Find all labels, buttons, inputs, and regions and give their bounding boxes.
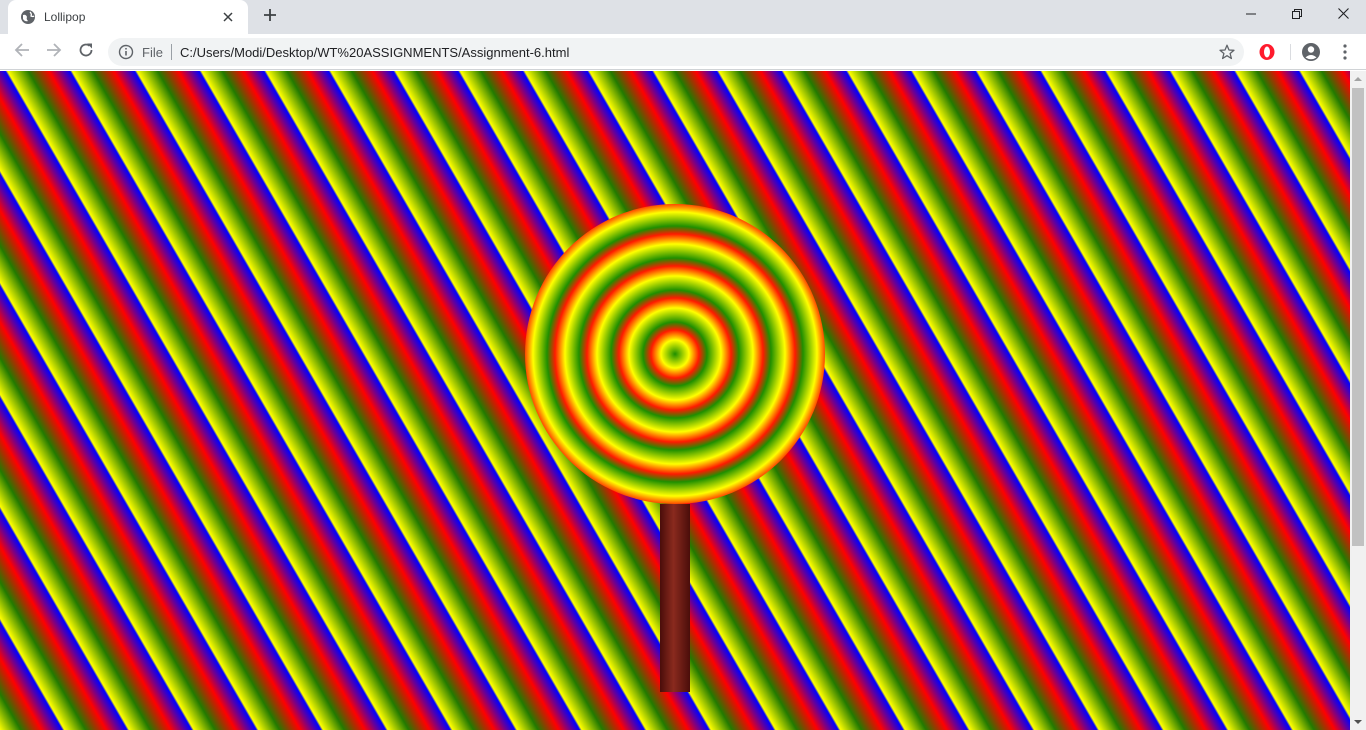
restore-icon <box>1292 6 1302 24</box>
browser-toolbar: File C:/Users/Modi/Desktop/WT%20ASSIGNME… <box>0 34 1366 70</box>
more-vert-icon[interactable] <box>1334 41 1356 63</box>
plus-icon <box>263 8 277 27</box>
opera-icon[interactable] <box>1256 41 1278 63</box>
minimize-icon <box>1246 6 1256 24</box>
window-controls <box>1228 0 1366 30</box>
star-icon[interactable] <box>1218 43 1236 61</box>
scroll-up-arrow-icon[interactable] <box>1350 71 1366 87</box>
tab-close-icon[interactable] <box>218 7 238 27</box>
reload-icon <box>78 42 94 63</box>
tab-title: Lollipop <box>44 10 86 24</box>
close-icon <box>1337 6 1349 24</box>
back-button[interactable] <box>7 37 37 67</box>
new-tab-button[interactable] <box>256 4 284 30</box>
toolbar-divider <box>1290 44 1291 60</box>
page-viewport <box>0 71 1350 730</box>
account-icon[interactable] <box>1300 41 1322 63</box>
restore-button[interactable] <box>1274 0 1320 30</box>
globe-icon <box>20 9 36 25</box>
info-icon[interactable] <box>118 44 134 60</box>
minimize-button[interactable] <box>1228 0 1274 30</box>
lollipop-stick <box>660 504 690 692</box>
lollipop-candy <box>525 204 825 504</box>
scrollbar-thumb[interactable] <box>1352 88 1364 546</box>
vertical-scrollbar[interactable] <box>1350 71 1366 730</box>
back-arrow-icon <box>14 42 30 63</box>
tab-lollipop[interactable]: Lollipop <box>8 0 248 34</box>
address-bar[interactable]: File C:/Users/Modi/Desktop/WT%20ASSIGNME… <box>108 38 1244 66</box>
reload-button[interactable] <box>71 37 101 67</box>
url-text[interactable]: C:/Users/Modi/Desktop/WT%20ASSIGNMENTS/A… <box>180 45 569 60</box>
forward-button[interactable] <box>39 37 69 67</box>
close-window-button[interactable] <box>1320 0 1366 30</box>
omnibox-divider <box>170 44 172 60</box>
tab-strip: Lollipop <box>0 0 1366 34</box>
scheme-label: File <box>142 44 163 60</box>
scroll-down-arrow-icon[interactable] <box>1350 714 1366 730</box>
forward-arrow-icon <box>46 42 62 63</box>
